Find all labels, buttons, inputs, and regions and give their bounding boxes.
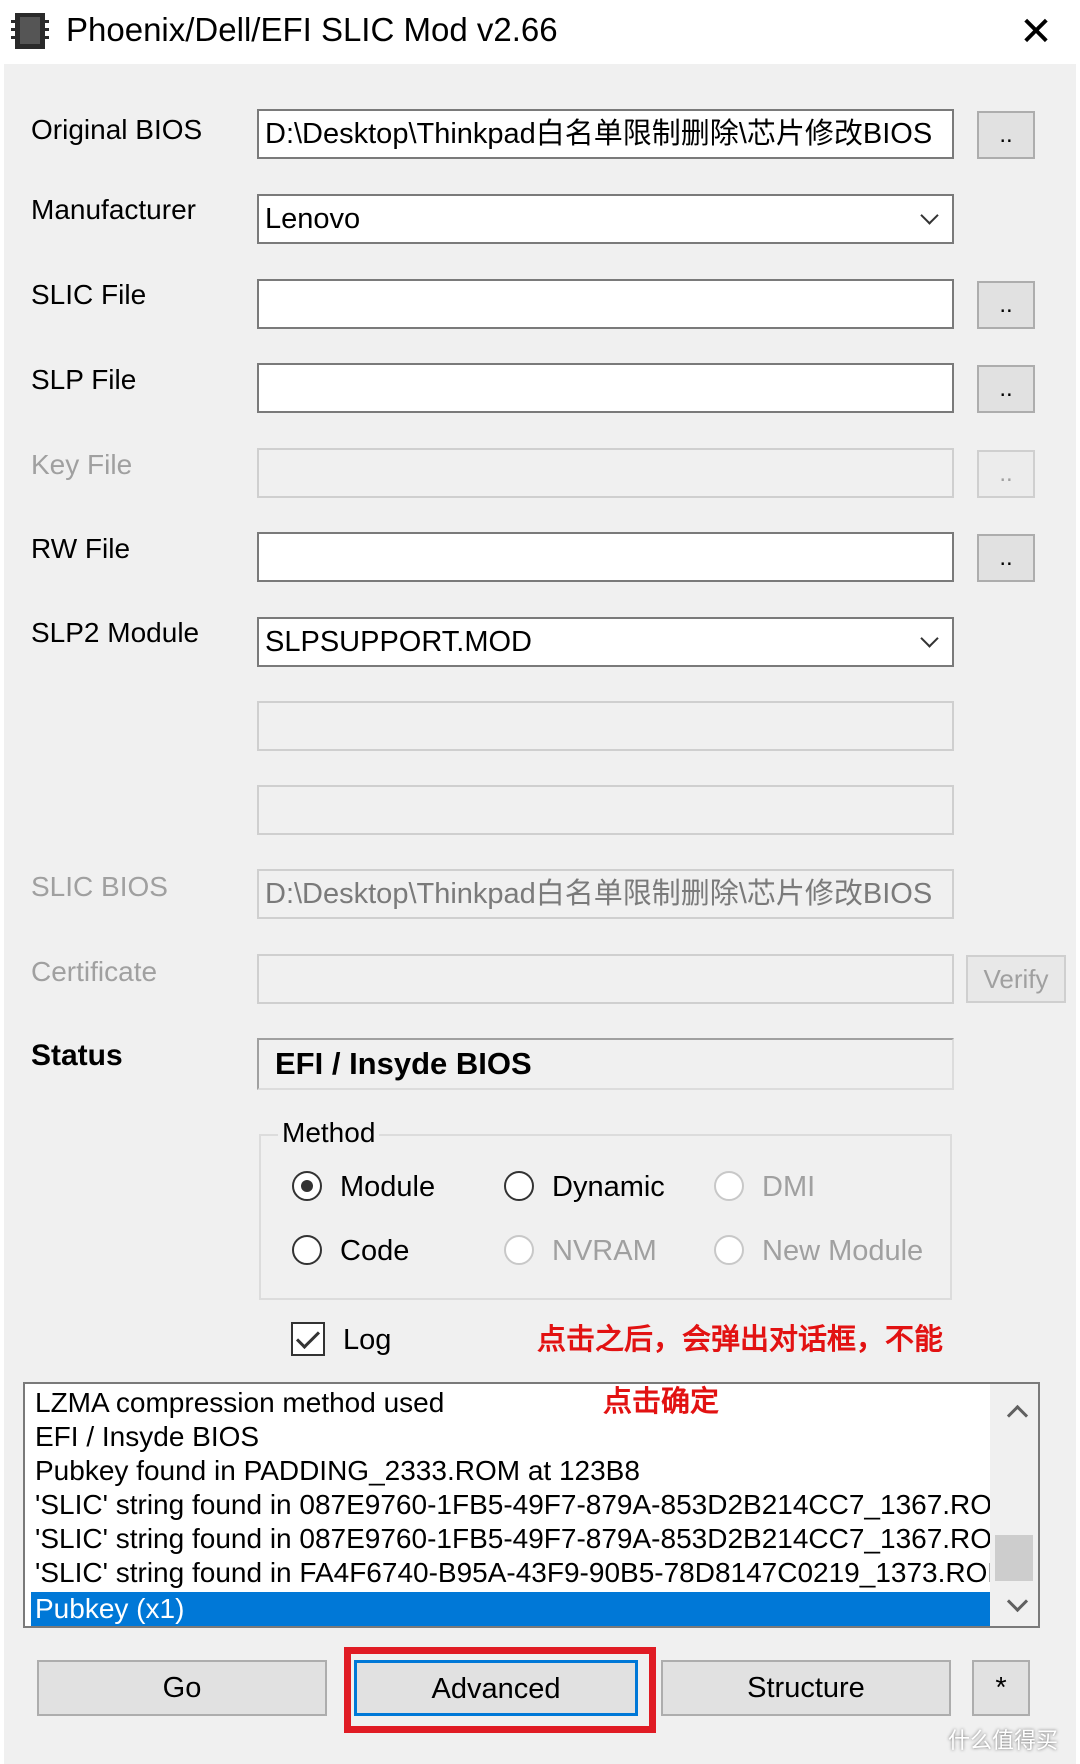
slp-file-browse-button[interactable]: .. [977,365,1035,413]
manufacturer-label: Manufacturer [31,194,196,225]
slp2-module-label: SLP2 Module [31,617,200,648]
original-bios-field[interactable]: D:\Desktop\Thinkpad白名单限制删除\芯片修改BIOS [257,109,954,159]
log-line[interactable]: 'SLIC' string found in FA4F6740-B95A-43F… [35,1556,1010,1590]
radio-module-label: Module [340,1171,436,1203]
manufacturer-select[interactable]: Lenovo [257,194,954,244]
structure-button[interactable]: Structure [661,1660,951,1716]
radio-new-module-label: New Module [762,1235,924,1267]
log-line[interactable]: LZMA compression method used [35,1386,444,1420]
status-field: EFI / Insyde BIOS [257,1038,954,1090]
radio-dynamic-label: Dynamic [552,1171,665,1203]
log-line[interactable]: 'SLIC' string found in 087E9760-1FB5-49F… [35,1522,1010,1556]
slic-bios-label: SLIC BIOS [31,871,168,902]
scroll-thumb[interactable] [995,1535,1033,1581]
slp2-module-select[interactable]: SLPSUPPORT.MOD [257,617,954,667]
radio-code-label: Code [340,1235,410,1267]
annotation-text-line1: 点击之后，会弹出对话框，不能 [537,1324,944,1356]
key-file-label: Key File [31,449,133,480]
scroll-up-icon[interactable] [995,1396,1033,1426]
radio-dynamic-indicator [504,1171,534,1201]
close-icon[interactable]: ✕ [1010,8,1062,56]
log-checkbox[interactable] [291,1322,325,1356]
radio-nvram-indicator [504,1235,534,1265]
rw-file-browse-button[interactable]: .. [977,534,1035,582]
radio-nvram-label: NVRAM [552,1235,657,1267]
slic-bios-field: D:\Desktop\Thinkpad白名单限制删除\芯片修改BIOS [257,869,954,919]
more-button[interactable]: * [972,1660,1030,1716]
status-label: Status [31,1039,123,1072]
app-icon [11,13,49,49]
extra-field-1 [257,701,954,751]
scroll-down-icon[interactable] [995,1592,1033,1622]
red-highlight-box [344,1647,656,1733]
slp-file-field[interactable] [257,363,954,413]
slp-file-label: SLP File [31,364,137,395]
log-line[interactable]: Pubkey found in PADDING_2333.ROM at 123B… [35,1454,640,1488]
slic-file-field[interactable] [257,279,954,329]
original-bios-label: Original BIOS [31,114,203,145]
window-title: Phoenix/Dell/EFI SLIC Mod v2.66 [66,11,558,48]
radio-dmi-indicator [714,1171,744,1201]
manufacturer-value: Lenovo [265,203,361,235]
radio-module-indicator [292,1171,322,1201]
log-line[interactable]: EFI / Insyde BIOS [35,1420,259,1454]
log-checkbox-label: Log [343,1324,392,1356]
method-legend: Method [278,1115,380,1151]
annotation-text-line2: 点击确定 [603,1386,720,1418]
verify-button: Verify [966,955,1066,1003]
method-groupbox [259,1134,952,1300]
radio-new-module-indicator [714,1235,744,1265]
key-file-browse-button: .. [977,450,1035,498]
slic-file-browse-button[interactable]: .. [977,281,1035,329]
radio-code-indicator [292,1235,322,1265]
rw-file-label: RW File [31,533,131,564]
watermark: 什么值得买 [948,1728,1059,1753]
slp2-module-value: SLPSUPPORT.MOD [265,626,532,658]
slic-file-label: SLIC File [31,279,147,310]
extra-field-2 [257,785,954,835]
certificate-label: Certificate [31,956,158,987]
log-line-selected[interactable]: Pubkey (x1) [31,1592,1003,1626]
log-listbox[interactable]: LZMA compression method used EFI / Insyd… [23,1382,1040,1628]
radio-dmi-label: DMI [762,1171,816,1203]
original-bios-browse-button[interactable]: .. [977,111,1035,159]
rw-file-field[interactable] [257,532,954,582]
key-file-field [257,448,954,498]
certificate-field [257,954,954,1004]
go-button[interactable]: Go [37,1660,327,1716]
log-line[interactable]: 'SLIC' string found in 087E9760-1FB5-49F… [35,1488,1010,1522]
